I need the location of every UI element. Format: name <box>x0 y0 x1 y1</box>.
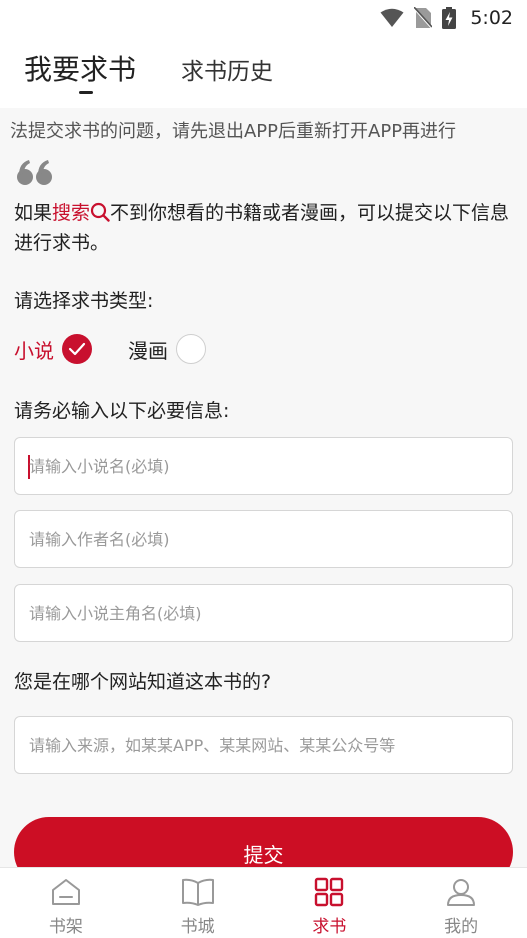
type-radio-group: 小说 漫画 <box>14 333 206 365</box>
nav-request-book[interactable]: 求书 <box>264 868 396 938</box>
notice-text: 法提交求书的问题，请先退出APP后重新打开APP再进行 <box>10 121 457 142</box>
source-input[interactable] <box>29 717 499 773</box>
type-option-comic-label[interactable]: 漫画 <box>128 335 168 364</box>
source-label: 您是在哪个网站知道这本书的? <box>14 671 272 693</box>
wifi-icon <box>380 8 404 27</box>
nav-bookstore-label: 书城 <box>180 917 215 937</box>
search-link[interactable]: 搜索 <box>52 202 90 224</box>
nav-profile[interactable]: 我的 <box>395 868 527 938</box>
type-label: 请选择求书类型: <box>14 290 154 312</box>
protagonist-input[interactable] <box>29 585 499 641</box>
author-field <box>14 510 513 568</box>
type-option-comic-radio[interactable] <box>176 334 206 364</box>
book-name-field <box>14 437 513 495</box>
type-option-novel-label[interactable]: 小说 <box>14 335 54 364</box>
no-sim-icon <box>414 7 433 29</box>
notice-marquee: 法提交求书的问题，请先退出APP后重新打开APP再进行 <box>0 114 527 144</box>
author-input[interactable] <box>29 511 499 567</box>
intro-prefix: 如果 <box>14 202 53 224</box>
user-icon <box>447 879 476 906</box>
type-option-novel-radio[interactable] <box>62 334 92 364</box>
required-label: 请务必输入以下必要信息: <box>14 400 230 422</box>
nav-profile-label: 我的 <box>444 917 479 937</box>
checkmark-icon <box>68 342 86 356</box>
tab-request-history[interactable]: 求书历史 <box>181 52 273 86</box>
grid-icon <box>315 877 344 907</box>
source-field <box>14 716 513 774</box>
nav-request-book-label: 求书 <box>312 917 347 937</box>
header-tabs: 我要求书 求书历史 <box>0 36 527 108</box>
status-bar: 5:02 <box>0 0 527 36</box>
quote-icon <box>17 160 52 185</box>
tab-request-book[interactable]: 我要求书 <box>24 48 136 88</box>
battery-charging-icon <box>442 7 457 29</box>
active-tab-indicator <box>79 91 93 94</box>
search-icon <box>90 202 110 222</box>
intro-text: 如果搜索 不到你想看的书籍或者漫画，可以提交以下信息进行求书。 <box>14 198 514 258</box>
protagonist-field <box>14 584 513 642</box>
nav-bookshelf-label: 书架 <box>48 917 83 937</box>
book-name-input[interactable] <box>29 438 499 494</box>
home-icon <box>51 879 80 905</box>
nav-bookshelf[interactable]: 书架 <box>0 868 132 938</box>
bottom-nav: 书架 书城 求书 我的 <box>0 867 527 938</box>
book-icon <box>181 878 214 906</box>
status-time: 5:02 <box>470 7 513 29</box>
nav-bookstore[interactable]: 书城 <box>132 868 264 938</box>
